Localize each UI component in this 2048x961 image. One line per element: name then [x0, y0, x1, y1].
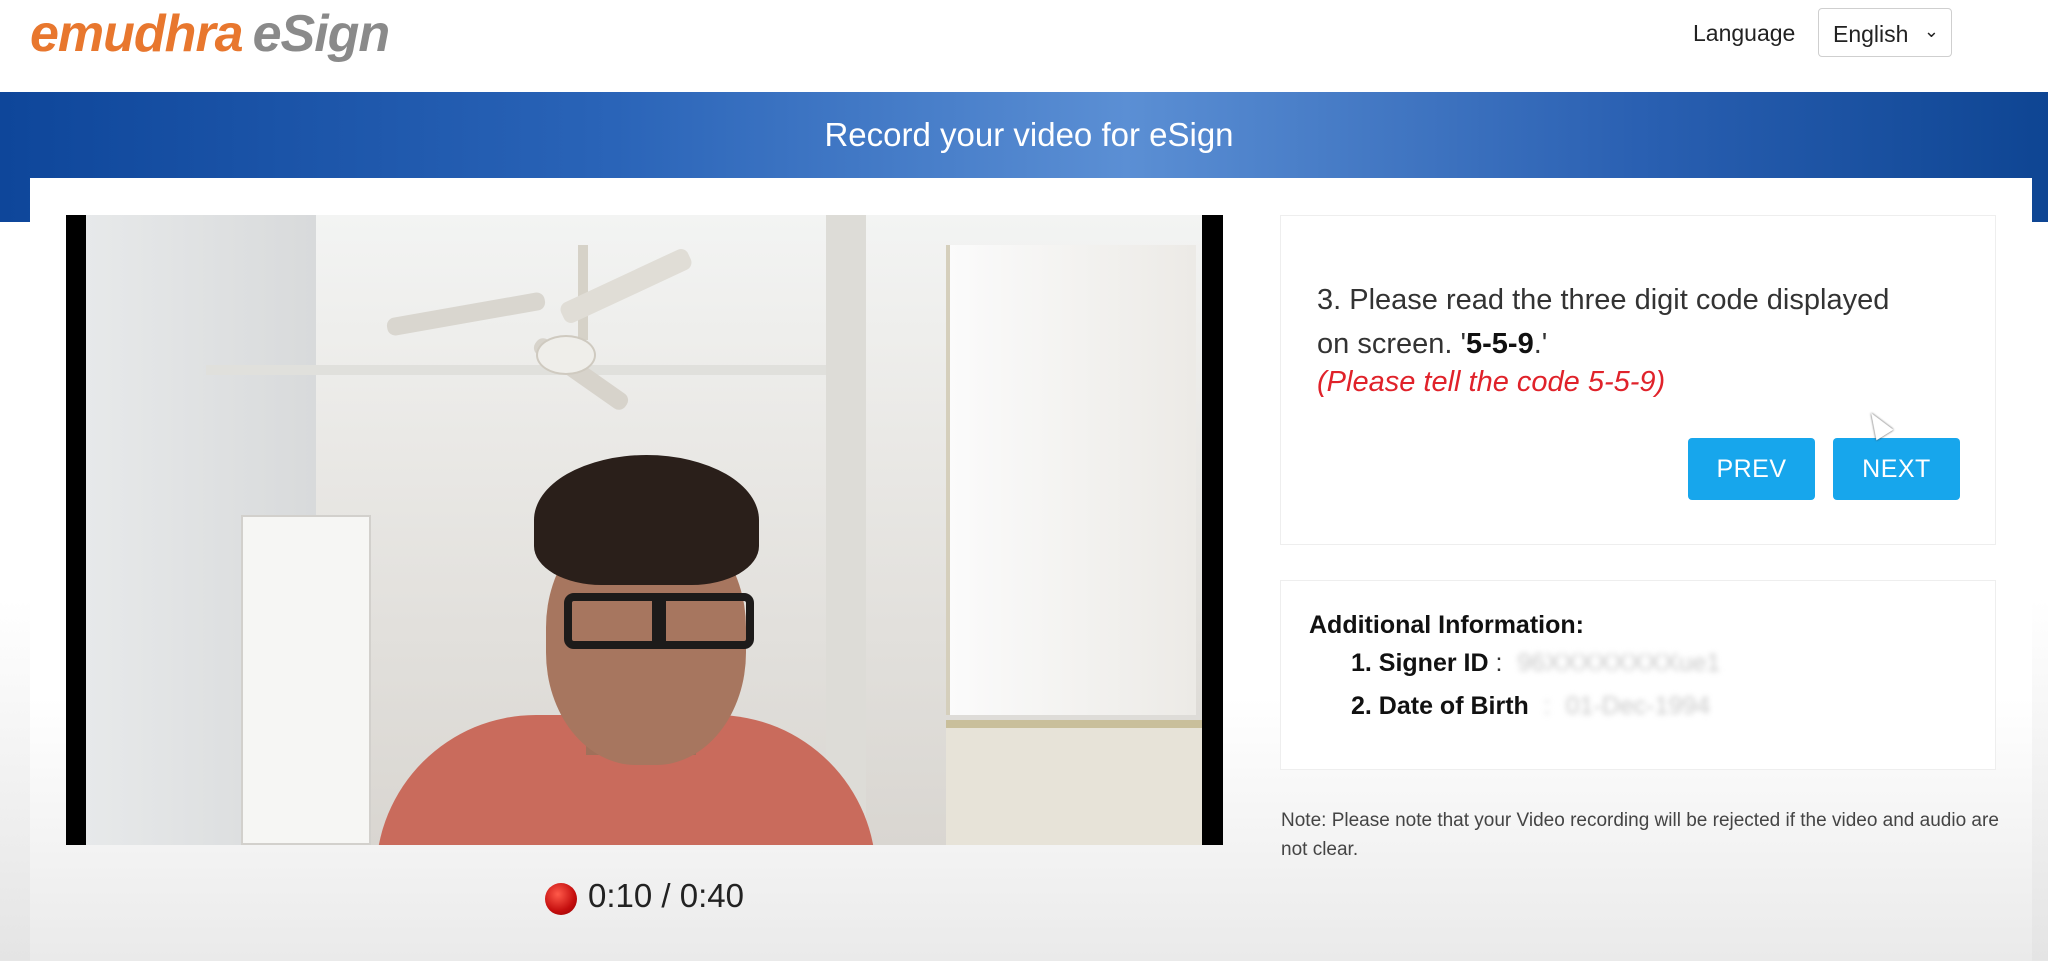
logo-brand: emudhra: [30, 5, 244, 63]
signer-id-row: 1. Signer ID : 96XXXXXXXXue1: [1351, 649, 1720, 678]
prev-button[interactable]: PREV: [1688, 438, 1815, 500]
signer-id-label: 1. Signer ID: [1351, 649, 1489, 677]
instruction-code: 5-5-9: [1466, 328, 1534, 360]
signer-id-value: 96XXXXXXXXue1: [1517, 649, 1721, 677]
scene-ceiling-molding: [206, 365, 866, 375]
scene-cupboard: [946, 245, 1196, 715]
instruction-hint: (Please tell the code 5-5-9): [1317, 366, 1666, 398]
logo-product: eSign: [252, 5, 391, 63]
ceiling-fan-hub: [536, 335, 596, 375]
instruction-prefix: on screen. ': [1317, 328, 1467, 360]
scene-cupboard-lower: [946, 720, 1202, 845]
signer-id-separator: :: [1495, 649, 1503, 677]
person-hair: [534, 455, 759, 585]
dob-value: 01-Dec-1994: [1565, 692, 1711, 720]
scene-column: [826, 215, 866, 845]
instruction-panel: 3. Please read the three digit code disp…: [1280, 215, 1996, 545]
page-title: Record your video for eSign: [824, 116, 1234, 153]
instruction-line-1: 3. Please read the three digit code disp…: [1317, 284, 1890, 316]
language-selected-value: English: [1833, 21, 1909, 47]
person-glasses: [564, 593, 754, 649]
record-dot-icon: [545, 883, 577, 915]
instruction-suffix: .': [1533, 328, 1548, 360]
recording-timer: 0:10 / 0:40: [588, 877, 744, 914]
additional-info-panel: Additional Information: 1. Signer ID : 9…: [1280, 580, 1996, 770]
ceiling-fan-blade: [385, 291, 547, 337]
webcam-scene: [86, 215, 1202, 845]
webcam-video-preview: [66, 215, 1223, 845]
emudhra-logo: emudhra eSign: [30, 4, 391, 64]
dob-separator: :: [1543, 692, 1551, 720]
recording-note: Note: Please note that your Video record…: [1281, 810, 1999, 860]
top-header: emudhra eSign Language English ⌄: [0, 0, 2048, 92]
next-button[interactable]: NEXT: [1833, 438, 1960, 500]
dob-row: 2. Date of Birth : 01-Dec-1994: [1351, 692, 1710, 721]
language-select[interactable]: English ⌄: [1818, 8, 1952, 57]
language-label: Language: [1693, 20, 1796, 46]
chevron-down-icon: ⌄: [1923, 21, 1939, 41]
instruction-line-2: on screen. '5-5-9.': [1317, 322, 1547, 366]
dob-label: 2. Date of Birth: [1351, 692, 1529, 720]
scene-door: [241, 515, 371, 845]
additional-info-title: Additional Information:: [1309, 611, 1584, 639]
